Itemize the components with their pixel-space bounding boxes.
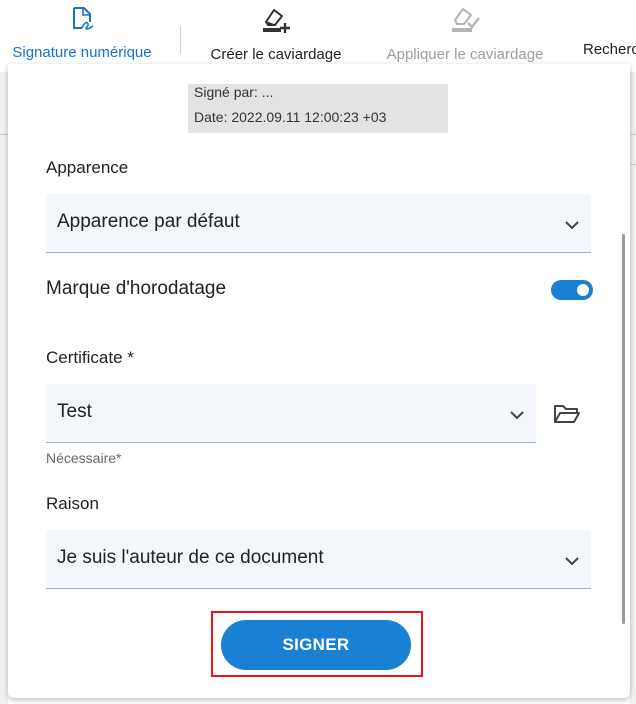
appearance-value: Apparence par défaut bbox=[57, 211, 240, 232]
signature-icon bbox=[7, 6, 157, 37]
preview-signed-by: Signé par: ... bbox=[194, 84, 274, 100]
tool-digital-signature[interactable]: Signature numérique bbox=[7, 6, 157, 61]
tool-label: Recherc bbox=[583, 41, 636, 58]
panel-scrollbar[interactable] bbox=[622, 234, 625, 624]
certificate-label: Certificate * bbox=[46, 348, 134, 367]
tool-create-redaction[interactable]: Créer le caviardage bbox=[205, 6, 347, 63]
sign-button[interactable]: SIGNER bbox=[221, 620, 411, 670]
certificate-select[interactable]: Test bbox=[46, 384, 536, 443]
tool-label: Signature numérique bbox=[12, 44, 152, 61]
appearance-label: Apparence bbox=[46, 158, 129, 177]
reason-label: Raison bbox=[46, 494, 99, 513]
folder-open-icon[interactable] bbox=[553, 403, 581, 430]
certificate-value: Test bbox=[57, 401, 92, 422]
chevron-down-icon bbox=[565, 553, 579, 571]
toggle-knob bbox=[577, 284, 589, 296]
tool-apply-redaction[interactable]: Appliquer le caviardage bbox=[380, 6, 550, 63]
timestamp-label: Marque d'horodatage bbox=[46, 278, 227, 299]
tool-search-icon-placeholder bbox=[583, 6, 636, 34]
certificate-helper-text: Nécessaire* bbox=[46, 450, 122, 466]
apply-redaction-icon bbox=[380, 6, 550, 39]
tool-search[interactable]: Recherc bbox=[583, 6, 636, 58]
tool-label: Appliquer le caviardage bbox=[386, 46, 544, 63]
toolbar: Signature numérique Créer le caviardage … bbox=[0, 0, 636, 72]
preview-date: Date: 2022.09.11 12:00:23 +03 bbox=[194, 109, 387, 125]
timestamp-toggle[interactable] bbox=[551, 280, 593, 300]
create-redaction-icon bbox=[205, 6, 347, 39]
appearance-select[interactable]: Apparence par défaut bbox=[46, 194, 591, 253]
tool-label: Créer le caviardage bbox=[210, 46, 342, 63]
reason-value: Je suis l'auteur de ce document bbox=[57, 547, 324, 568]
toolbar-divider bbox=[180, 26, 181, 54]
document-background-right bbox=[630, 70, 636, 704]
signature-panel: Signé par: ... Date: 2022.09.11 12:00:23… bbox=[8, 64, 630, 698]
reason-select[interactable]: Je suis l'auteur de ce document bbox=[46, 530, 591, 589]
document-background-left bbox=[0, 70, 8, 704]
chevron-down-icon bbox=[510, 407, 524, 425]
signature-preview: Signé par: ... Date: 2022.09.11 12:00:23… bbox=[188, 84, 448, 133]
chevron-down-icon bbox=[565, 217, 579, 235]
